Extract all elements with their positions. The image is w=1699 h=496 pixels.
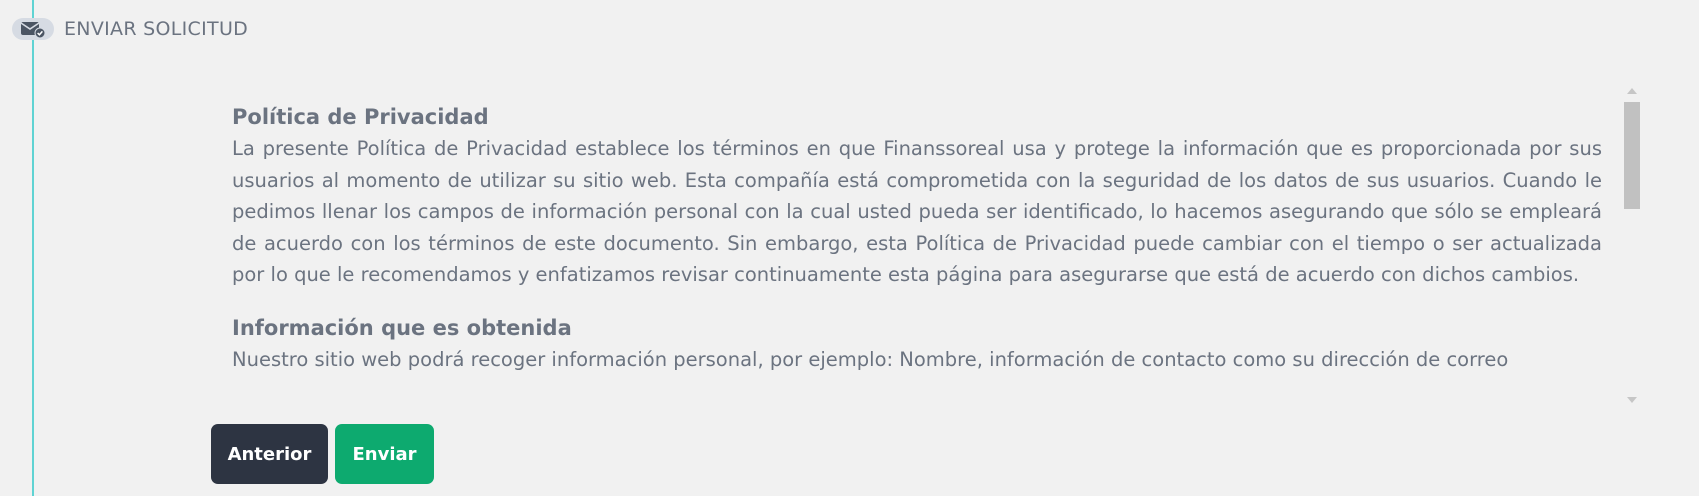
timeline-line [32,0,34,496]
scroll-up-arrow-icon[interactable] [1627,88,1637,94]
previous-button[interactable]: Anterior [211,424,328,484]
scrollbar[interactable] [1622,86,1642,406]
section-body-privacy: La presente Política de Privacidad estab… [232,137,1602,286]
section-body-information: Nuestro sitio web podrá recoger informac… [232,347,1509,371]
privacy-policy-scroll-area[interactable]: Política de Privacidad La presente Polít… [232,86,1644,416]
privacy-policy-content: Política de Privacidad La presente Polít… [232,101,1602,396]
step-title: ENVIAR SOLICITUD [64,18,249,40]
scroll-down-arrow-icon[interactable] [1627,397,1637,403]
section-heading-privacy: Política de Privacidad [232,105,489,129]
section-heading-information: Información que es obtenida [232,315,572,340]
send-button[interactable]: Enviar [335,424,434,484]
scrollbar-thumb[interactable] [1624,102,1640,209]
envelope-check-icon [12,18,54,40]
